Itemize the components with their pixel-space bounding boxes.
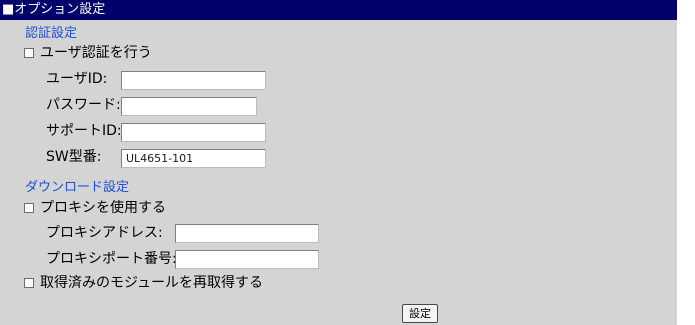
auth-section-heading: 認証設定	[25, 26, 78, 41]
support-id-field[interactable]	[121, 123, 266, 142]
password-label: パスワード:	[46, 97, 121, 113]
sw-model-field[interactable]: UL4651-101	[121, 149, 266, 168]
download-section-heading: ダウンロード設定	[25, 180, 130, 195]
panel-title: ■オプション設定	[2, 2, 106, 17]
reacquire-option[interactable]: 取得済みのモジュールを再取得する	[24, 274, 263, 292]
proxy-address-label: プロキシアドレス:	[46, 225, 163, 241]
user-id-field[interactable]	[121, 71, 266, 90]
proxy-port-field[interactable]	[175, 250, 319, 269]
proxy-address-field[interactable]	[175, 224, 319, 243]
use-proxy-checkbox[interactable]	[24, 203, 34, 213]
use-proxy-label: プロキシを使用する	[40, 200, 166, 216]
reacquire-label: 取得済みのモジュールを再取得する	[40, 275, 264, 291]
reacquire-checkbox[interactable]	[24, 278, 34, 288]
user-id-label: ユーザID:	[46, 71, 108, 87]
use-auth-option[interactable]: ユーザ認証を行う	[24, 44, 152, 62]
use-auth-label: ユーザ認証を行う	[40, 45, 152, 61]
options-panel: ■オプション設定 認証設定 ユーザ認証を行う ユーザID: パスワード: サポー…	[0, 0, 677, 325]
use-auth-checkbox[interactable]	[24, 48, 34, 58]
proxy-port-label: プロキシポート番号:	[46, 251, 177, 267]
submit-button[interactable]: 設定	[402, 304, 438, 323]
support-id-label: サポートID:	[46, 123, 122, 139]
password-field[interactable]	[121, 97, 257, 116]
sw-model-label: SW型番:	[46, 149, 102, 165]
title-bar: ■オプション設定	[0, 0, 677, 20]
use-proxy-option[interactable]: プロキシを使用する	[24, 199, 166, 217]
